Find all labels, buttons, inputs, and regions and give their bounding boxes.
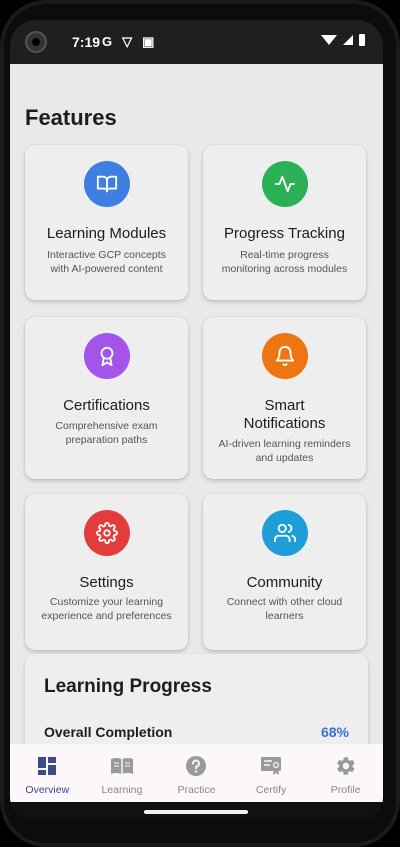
nav-item-overview[interactable]: Overview <box>10 744 85 802</box>
nav-item-certify[interactable]: Certify <box>234 744 309 802</box>
status-notification-icons: G ▽ ▣ <box>102 34 154 50</box>
learning-progress-title: Learning Progress <box>44 676 212 697</box>
gear-icon <box>96 522 118 544</box>
feature-card-settings[interactable]: Settings Customize your learning experie… <box>25 494 188 650</box>
status-system-icons <box>321 34 365 46</box>
award-icon <box>100 346 114 367</box>
feature-title: Settings <box>79 574 134 591</box>
feature-description: Interactive GCP concepts with AI-powered… <box>47 249 166 275</box>
feature-description: Real-time progress monitoring across mod… <box>221 249 348 275</box>
learning-progress-card: Learning Progress Overall Completion 68% <box>25 654 368 744</box>
nav-item-practice[interactable]: Practice <box>159 744 234 802</box>
overall-completion-label: Overall Completion <box>44 724 173 740</box>
book-open-icon <box>96 175 118 193</box>
feature-card-certifications[interactable]: Certifications Comprehensive exam prepar… <box>25 317 188 479</box>
app-notification-icon: ▣ <box>142 34 155 49</box>
nav-label: Profile <box>330 784 361 796</box>
feature-icon-circle <box>84 161 130 207</box>
help-circle-icon <box>186 756 207 776</box>
wifi-icon <box>321 35 337 45</box>
users-icon <box>274 523 296 543</box>
phone-frame: 7:19 G ▽ ▣ Features Learning Modules Int… <box>0 0 400 847</box>
feature-icon-circle <box>84 333 130 379</box>
feature-icon-circle <box>262 161 308 207</box>
dashboard-icon <box>38 757 57 775</box>
feature-card-progress-tracking[interactable]: Progress Tracking Real-time progress mon… <box>203 145 366 300</box>
feature-title: Certifications <box>63 397 150 414</box>
main-content[interactable]: Features Learning Modules Interactive GC… <box>10 64 383 744</box>
feature-description: Comprehensive exam preparation paths <box>55 420 158 446</box>
bell-icon <box>275 346 295 367</box>
features-heading: Features <box>25 105 117 130</box>
gear-icon <box>336 757 355 775</box>
vpn-shield-icon: ▽ <box>122 34 133 49</box>
nav-label: Practice <box>177 784 216 796</box>
feature-card-smart-notifications[interactable]: Smart Notifications AI-driven learning r… <box>203 317 366 479</box>
battery-icon <box>359 34 365 46</box>
nav-item-profile[interactable]: Profile <box>308 744 383 802</box>
certificate-icon <box>261 757 282 775</box>
front-camera <box>25 31 47 53</box>
status-bar: 7:19 G ▽ ▣ <box>10 20 383 64</box>
feature-description: AI-driven learning reminders and updates <box>218 438 351 464</box>
feature-icon-circle <box>262 510 308 556</box>
bottom-navigation: Overview Learning Practice Certify Profi… <box>10 744 383 802</box>
signal-icon <box>343 35 353 45</box>
feature-title: Learning Modules <box>46 225 167 242</box>
feature-card-community[interactable]: Community Connect with other cloud learn… <box>203 494 366 650</box>
status-time: 7:19 <box>72 34 101 50</box>
book-icon <box>110 758 133 774</box>
feature-description: Connect with other cloud learners <box>226 596 343 622</box>
feature-title: Progress Tracking <box>224 225 345 242</box>
google-icon: G <box>102 34 113 49</box>
activity-icon <box>274 175 296 193</box>
feature-card-learning-modules[interactable]: Learning Modules Interactive GCP concept… <box>25 145 188 300</box>
feature-icon-circle <box>84 510 130 556</box>
home-gesture-handle[interactable] <box>144 810 248 814</box>
nav-label: Learning <box>101 784 143 796</box>
screen: 7:19 G ▽ ▣ Features Learning Modules Int… <box>10 20 383 820</box>
nav-item-learning[interactable]: Learning <box>85 744 160 802</box>
nav-label: Certify <box>255 784 287 796</box>
feature-title: Community <box>246 574 323 591</box>
overall-completion-value: 68% <box>320 724 349 740</box>
feature-description: Customize your learning experience and p… <box>41 596 172 622</box>
feature-icon-circle <box>262 333 308 379</box>
feature-title: Smart Notifications <box>243 397 326 432</box>
nav-label: Overview <box>25 784 70 796</box>
